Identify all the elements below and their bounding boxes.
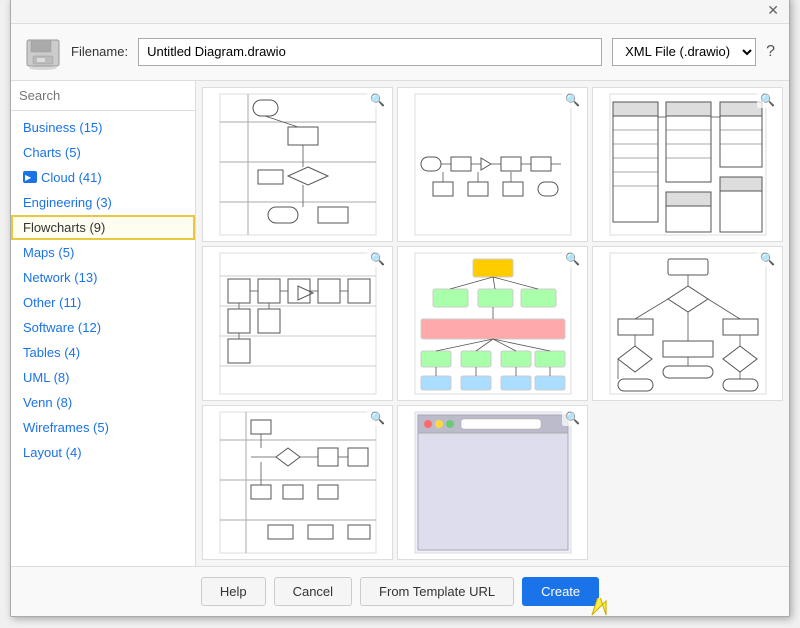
- sidebar-item-software[interactable]: Software (12): [11, 315, 195, 340]
- zoom-icon-6[interactable]: 🔍: [757, 251, 778, 267]
- zoom-icon-4[interactable]: 🔍: [367, 251, 388, 267]
- template-card-6[interactable]: 🔍: [592, 246, 783, 401]
- cloud-icon: ▶: [23, 171, 37, 183]
- zoom-icon-5[interactable]: 🔍: [562, 251, 583, 267]
- disk-icon: [25, 34, 61, 70]
- template-card-1[interactable]: 🔍: [202, 87, 393, 242]
- template-card-3[interactable]: 🔍: [592, 87, 783, 242]
- sidebar-item-charts[interactable]: Charts (5): [11, 140, 195, 165]
- search-box: 🔍: [11, 81, 195, 111]
- sidebar: 🔍 Business (15) Charts (5) ▶ Cloud (41) …: [11, 81, 196, 566]
- thumb-8: [398, 406, 587, 559]
- sidebar-item-maps[interactable]: Maps (5): [11, 240, 195, 265]
- sidebar-item-wireframes[interactable]: Wireframes (5): [11, 415, 195, 440]
- sidebar-item-business[interactable]: Business (15): [11, 115, 195, 140]
- body: 🔍 Business (15) Charts (5) ▶ Cloud (41) …: [11, 81, 789, 566]
- sidebar-item-engineering[interactable]: Engineering (3): [11, 190, 195, 215]
- template-card-8[interactable]: 🔍: [397, 405, 588, 560]
- sidebar-item-uml[interactable]: UML (8): [11, 365, 195, 390]
- thumb-4: [203, 247, 392, 400]
- thumb-3: [593, 88, 782, 241]
- sidebar-item-cloud[interactable]: ▶ Cloud (41): [11, 165, 195, 190]
- zoom-icon-1[interactable]: 🔍: [367, 92, 388, 108]
- sidebar-item-other[interactable]: Other (11): [11, 290, 195, 315]
- template-card-2[interactable]: 🔍: [397, 87, 588, 242]
- template-card-4[interactable]: 🔍: [202, 246, 393, 401]
- filetype-select[interactable]: XML File (.drawio) PNG File (.png) SVG F…: [612, 38, 756, 66]
- footer: Help Cancel From Template URL Create: [11, 566, 789, 616]
- sidebar-item-flowcharts[interactable]: Flowcharts (9): [11, 215, 195, 240]
- cancel-button[interactable]: Cancel: [274, 577, 352, 606]
- filename-input[interactable]: [138, 38, 602, 66]
- dialog: ✕ Filename: XML File (.drawio) PNG File …: [10, 0, 790, 617]
- template-card-7[interactable]: 🔍: [202, 405, 393, 560]
- create-button[interactable]: Create: [522, 577, 599, 606]
- template-card-5[interactable]: 🔍: [397, 246, 588, 401]
- zoom-icon-8[interactable]: 🔍: [562, 410, 583, 426]
- help-icon[interactable]: ?: [766, 43, 775, 61]
- sidebar-item-venn[interactable]: Venn (8): [11, 390, 195, 415]
- svg-text:▶: ▶: [25, 173, 32, 182]
- thumb-6: [593, 247, 782, 400]
- zoom-icon-3[interactable]: 🔍: [757, 92, 778, 108]
- thumb-7: [203, 406, 392, 559]
- thumb-1: [203, 88, 392, 241]
- help-button[interactable]: Help: [201, 577, 266, 606]
- search-input[interactable]: [19, 88, 195, 103]
- sidebar-item-tables[interactable]: Tables (4): [11, 340, 195, 365]
- category-list: Business (15) Charts (5) ▶ Cloud (41) En…: [11, 111, 195, 566]
- zoom-icon-7[interactable]: 🔍: [367, 410, 388, 426]
- template-url-button[interactable]: From Template URL: [360, 577, 514, 606]
- sidebar-item-layout[interactable]: Layout (4): [11, 440, 195, 465]
- thumb-2: [398, 88, 587, 241]
- sidebar-item-network[interactable]: Network (13): [11, 265, 195, 290]
- title-bar: ✕: [11, 0, 789, 24]
- filename-label: Filename:: [71, 44, 128, 59]
- header: Filename: XML File (.drawio) PNG File (.…: [11, 24, 789, 81]
- close-button[interactable]: ✕: [763, 2, 783, 19]
- thumb-5: [398, 247, 587, 400]
- zoom-icon-2[interactable]: 🔍: [562, 92, 583, 108]
- templates-area: 🔍: [196, 81, 789, 566]
